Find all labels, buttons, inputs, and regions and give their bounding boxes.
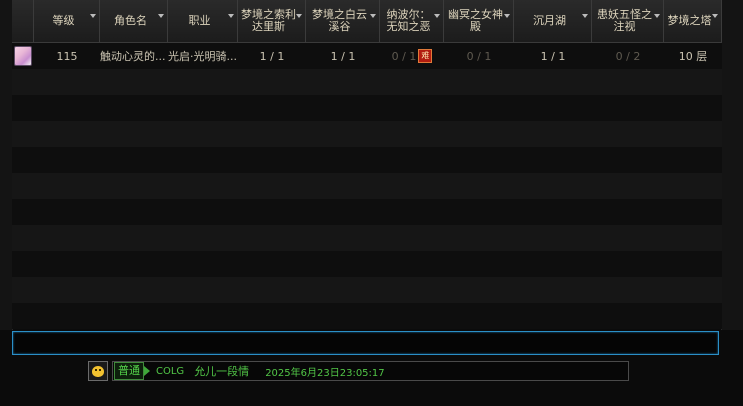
chat-channel-tag[interactable]: 普通 [114,362,144,380]
cell-d6: 0 / 2 [592,43,664,69]
cell-value: 光启·光明骑... [168,50,237,63]
right-frame [721,0,743,330]
cell-d3: 0 / 1难 [380,43,444,69]
column-header-icon [12,0,34,42]
column-header-level[interactable]: 等级 [34,0,100,42]
cell-d2: 1 / 1 [306,43,380,69]
sort-arrow-icon[interactable] [370,14,376,18]
cell-value: 0 / 1 [391,49,417,63]
cell-d5: 1 / 1 [514,43,592,69]
frog-face-icon [92,365,104,377]
empty-table-row [12,121,722,147]
column-header-d2[interactable]: 梦境之白云溪谷 [306,0,380,42]
character-avatar-icon [14,46,32,66]
column-header-label: 梦境之塔 [667,14,712,27]
empty-table-row [12,95,722,121]
cell-d4: 0 / 1 [444,43,514,69]
sort-arrow-icon[interactable] [654,14,660,18]
cell-value: 触动心灵的... [100,50,166,63]
table-row[interactable]: 115 触动心灵的... 光启·光明骑... 1 / 11 / 10 / 1难0 / … [12,43,722,69]
empty-table-row [12,199,722,225]
empty-table-row [12,277,722,303]
sort-arrow-icon[interactable] [228,14,234,18]
hard-mode-badge: 难 [418,49,433,63]
chat-emoji-button[interactable] [88,361,108,381]
sort-arrow-icon[interactable] [90,14,96,18]
column-header-label: 幽冥之女神殿 [448,8,503,33]
cell-job: 光启·光明骑... [168,43,238,69]
cell-value: 1 / 1 [259,49,285,63]
sort-arrow-icon[interactable] [582,14,588,18]
column-header-d3[interactable]: 纳波尔：无知之恶 [380,0,444,42]
cell-level: 115 [34,43,100,69]
chat-sender[interactable]: COLG [156,366,184,377]
column-header-d5[interactable]: 沉月湖 [514,0,592,42]
cell-value: 10 层 [678,50,708,63]
chat-timestamp: 2025年6月23日23:05:17 [265,367,385,379]
column-header-label: 梦境之白云溪谷 [312,8,367,33]
empty-table-row [12,147,722,173]
cell-value: 0 / 2 [615,49,641,63]
column-header-label: 纳波尔：无知之恶 [386,8,431,33]
column-header-name[interactable]: 角色名 [100,0,168,42]
table-body: 115 触动心灵的... 光启·光明骑... 1 / 11 / 10 / 1难0 / … [12,43,722,329]
channel-arrow-icon [144,366,150,376]
column-header-label: 沉月湖 [533,14,566,27]
sort-arrow-icon[interactable] [712,14,718,18]
cell-value: 0 / 1 [466,49,492,63]
cell-name: 触动心灵的... [100,43,168,69]
chat-message: 允儿一段情 [194,365,250,378]
chat-input[interactable] [12,331,719,355]
column-header-label: 职业 [188,14,211,27]
column-header-d6[interactable]: 患妖五怪之注视 [592,0,664,42]
column-header-label: 角色名 [114,14,147,27]
empty-table-row [12,173,722,199]
column-header-label: 等级 [52,14,75,27]
empty-table-row [12,251,722,277]
cell-value: 1 / 1 [330,49,356,63]
empty-table-row [12,69,722,95]
column-header-label: 梦境之索利达里斯 [241,8,296,33]
cell-d7: 10 层 [664,43,722,69]
column-header-d7[interactable]: 梦境之塔 [664,0,722,42]
sort-arrow-icon[interactable] [434,14,440,18]
sort-arrow-icon[interactable] [504,14,510,18]
empty-table-row [12,225,722,251]
column-header-d1[interactable]: 梦境之索利达里斯 [238,0,306,42]
cell-value: 1 / 1 [540,49,566,63]
cell-d1: 1 / 1 [238,43,306,69]
cell-value: 115 [56,49,78,63]
sort-arrow-icon[interactable] [296,14,302,18]
character-dungeon-table: 等级 角色名 职业 梦境之索利达里斯 梦境之白云溪谷 纳波尔：无知之恶 幽冥之女神殿 沉月湖 患… [12,0,722,330]
table-header: 等级 角色名 职业 梦境之索利达里斯 梦境之白云溪谷 纳波尔：无知之恶 幽冥之女神殿 沉月湖 患… [12,0,722,43]
chat-message-line: 普通 COLG 允儿一段情 2025年6月23日23:05:17 [112,361,629,381]
sort-arrow-icon[interactable] [158,14,164,18]
column-header-d4[interactable]: 幽冥之女神殿 [444,0,514,42]
empty-table-row [12,303,722,329]
column-header-job[interactable]: 职业 [168,0,238,42]
column-header-label: 患妖五怪之注视 [597,8,652,33]
cell-icon [12,43,34,69]
